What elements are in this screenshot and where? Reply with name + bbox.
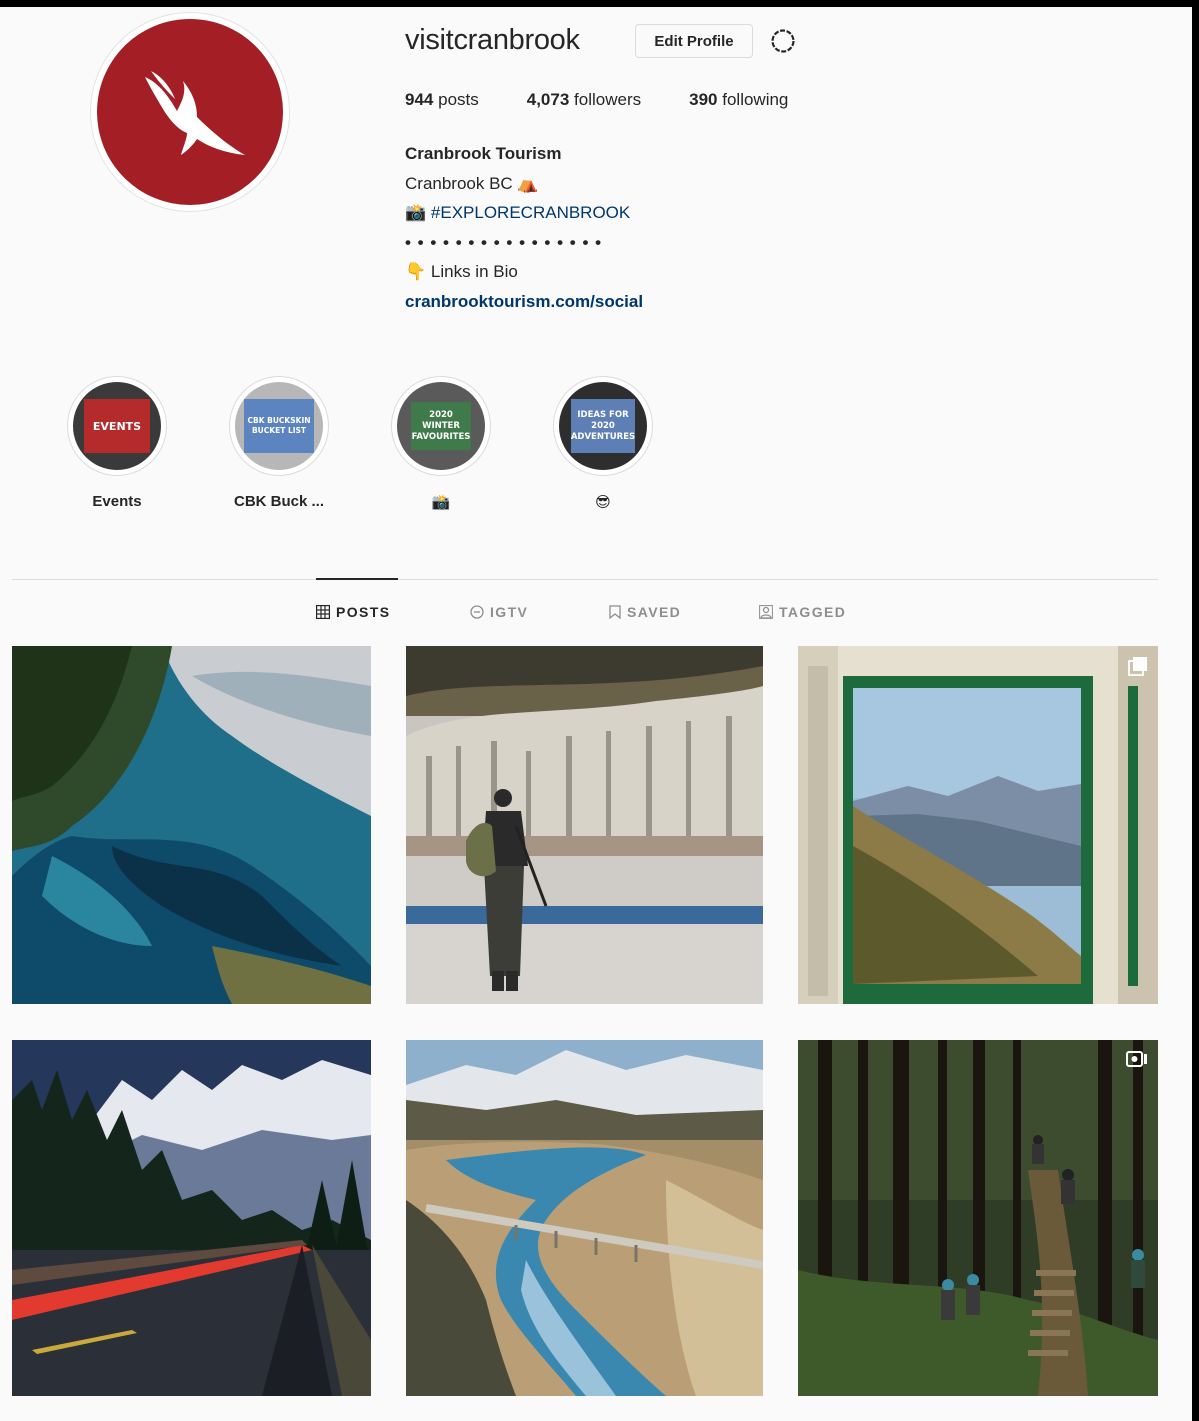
- igtv-icon: [470, 605, 484, 619]
- post-image-window-view: [798, 646, 1158, 1004]
- highlight-cover: 2020 WINTER FAVOURITES: [411, 402, 471, 450]
- following-count[interactable]: 390 following: [689, 90, 788, 110]
- profile-website-link[interactable]: cranbrooktourism.com/social: [405, 287, 643, 317]
- highlight-label: Events: [92, 493, 142, 510]
- profile-stats: 944 posts 4,073 followers 390 following: [405, 90, 836, 110]
- post-thumbnail[interactable]: [12, 1040, 371, 1396]
- tab-igtv[interactable]: IGTV: [470, 604, 528, 620]
- followers-count[interactable]: 4,073 followers: [527, 90, 641, 110]
- bookmark-icon: [609, 605, 621, 619]
- tab-posts[interactable]: POSTS: [316, 604, 390, 620]
- tab-saved[interactable]: SAVED: [609, 604, 681, 620]
- bio-divider: • • • • • • • • • • • • • • • •: [405, 232, 603, 252]
- settings-gear-icon[interactable]: [766, 24, 800, 58]
- tab-tagged[interactable]: TAGGED: [759, 604, 846, 620]
- post-image-forest-trail: [798, 1040, 1158, 1396]
- active-tab-indicator: [316, 578, 398, 580]
- right-border: [1192, 0, 1199, 1421]
- highlight-cover: EVENTS: [84, 399, 150, 453]
- profile-full-name: Cranbrook Tourism: [405, 144, 562, 163]
- post-thumbnail[interactable]: [406, 1040, 763, 1396]
- post-thumbnail[interactable]: [798, 646, 1158, 1004]
- avatar-logo: [97, 19, 283, 205]
- post-thumbnail[interactable]: [798, 1040, 1158, 1396]
- profile-avatar[interactable]: [90, 12, 290, 212]
- highlight-label: 😎: [595, 494, 611, 511]
- bio-links-text: 👇 Links in Bio: [405, 262, 518, 281]
- post-image-angler-river: [406, 646, 763, 1004]
- top-border: [0, 0, 1199, 7]
- highlight-cbk-buckskin[interactable]: CBK BUCKSKIN BUCKET LIST CBK Buck ...: [219, 376, 339, 510]
- video-icon: [1126, 1050, 1148, 1068]
- post-image-lake-aerial: [12, 646, 371, 1004]
- post-image-river-bridge: [406, 1040, 763, 1396]
- highlight-label: CBK Buck ...: [233, 493, 324, 510]
- highlight-adventure-ideas[interactable]: IDEAS FOR 2020 ADVENTURES 😎: [543, 376, 663, 511]
- highlight-events[interactable]: EVENTS Events: [57, 376, 177, 510]
- tabs-divider: [12, 579, 1158, 580]
- profile-bio: Cranbrook Tourism Cranbrook BC ⛺ 📸 #EXPL…: [405, 139, 643, 316]
- post-image-highway-night: [12, 1040, 371, 1396]
- bio-hashtag-link[interactable]: #EXPLORECRANBROOK: [431, 203, 630, 222]
- post-thumbnail[interactable]: [406, 646, 763, 1004]
- profile-username: visitcranbrook: [405, 24, 580, 56]
- profile-location: Cranbrook BC ⛺: [405, 173, 539, 193]
- tag-person-icon: [759, 605, 773, 619]
- post-thumbnail[interactable]: [12, 646, 371, 1004]
- eagle-logo-icon: [145, 71, 245, 155]
- highlight-label: 📸: [431, 494, 451, 511]
- bio-hashtag-line: 📸 #EXPLORECRANBROOK: [405, 203, 631, 222]
- posts-count: 944 posts: [405, 90, 479, 109]
- edit-profile-button[interactable]: Edit Profile: [635, 24, 753, 58]
- highlight-cover: CBK BUCKSKIN BUCKET LIST: [244, 399, 314, 453]
- highlight-cover: IDEAS FOR 2020 ADVENTURES: [571, 399, 635, 453]
- carousel-icon: [1128, 656, 1148, 676]
- highlight-winter-favourites[interactable]: 2020 WINTER FAVOURITES 📸: [381, 376, 501, 511]
- grid-icon: [316, 605, 330, 619]
